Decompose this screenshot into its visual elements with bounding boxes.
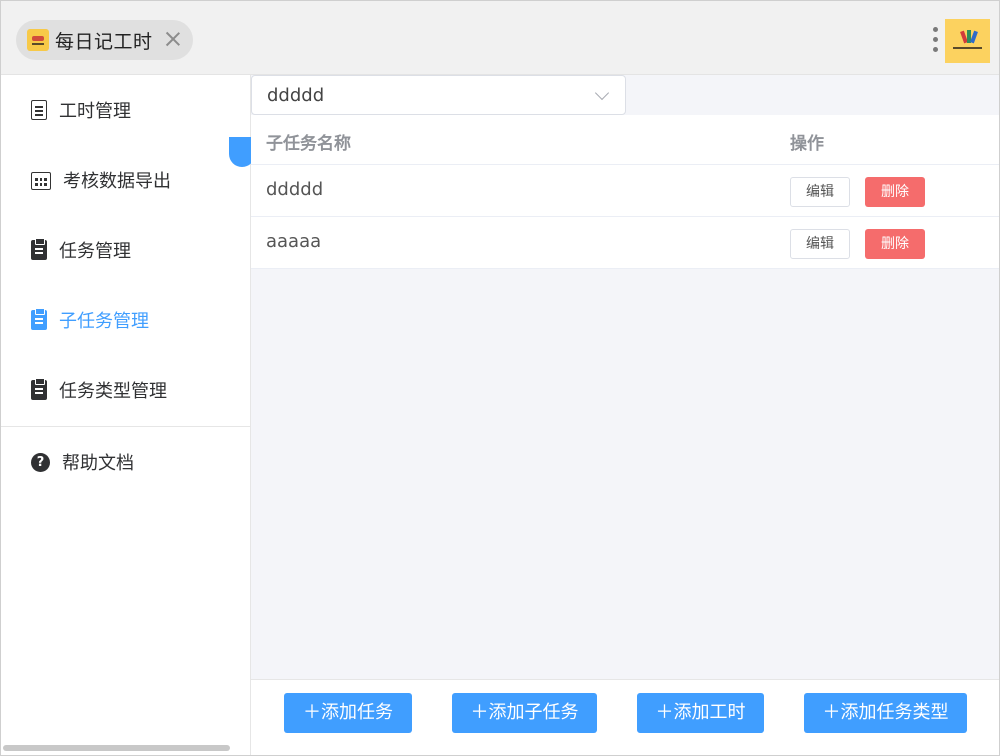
sidebar: 工时管理 考核数据导出 任务管理 子任务管理 任务类型管理 ? 帮助文档	[1, 75, 255, 755]
sidebar-item-label: 帮助文档	[62, 453, 134, 474]
delete-button[interactable]: 删除	[865, 177, 925, 207]
sidebar-item-label: 任务管理	[59, 241, 131, 262]
close-icon[interactable]	[163, 29, 183, 49]
app-window: 每日记工时 工时管理 考核数据导出 任务管理 子任务管理 任务类型管理 ? 帮助…	[0, 0, 1000, 756]
horizontal-scrollbar[interactable]	[3, 745, 230, 751]
title-bar: 每日记工时	[1, 1, 999, 75]
sidebar-item-subtasks[interactable]: 子任务管理	[1, 285, 250, 355]
chevron-down-icon	[594, 85, 610, 101]
column-header-actions: 操作	[790, 134, 824, 154]
task-select[interactable]: ddddd	[251, 75, 626, 115]
table-row: ddddd 编辑 删除	[251, 165, 999, 217]
delete-button[interactable]: 删除	[865, 229, 925, 259]
task-select-value: ddddd	[267, 85, 325, 106]
calendar-icon	[31, 172, 51, 190]
sidebar-item-label: 考核数据导出	[63, 171, 171, 192]
app-tab[interactable]: 每日记工时	[16, 20, 193, 60]
clipboard-icon	[31, 308, 47, 330]
sidebar-item-label: 子任务管理	[59, 311, 149, 332]
sidebar-item-label: 任务类型管理	[59, 381, 167, 402]
column-header-subtask-name: 子任务名称	[266, 134, 351, 154]
subtask-table: 子任务名称 操作 ddddd 编辑 删除 aaaaa 编辑 删除	[251, 115, 999, 269]
main-content: ddddd 子任务名称 操作 ddddd 编辑 删除 aaaaa 编辑 删除 ＋…	[251, 75, 999, 755]
sidebar-item-work-hours[interactable]: 工时管理	[1, 75, 250, 145]
tab-title: 每日记工时	[55, 30, 153, 53]
sidebar-item-task-types[interactable]: 任务类型管理	[1, 355, 250, 425]
document-icon	[31, 100, 47, 120]
sidebar-item-assessment-export[interactable]: 考核数据导出	[1, 145, 250, 215]
edit-button[interactable]: 编辑	[790, 177, 850, 207]
subtask-name: aaaaa	[266, 231, 322, 252]
add-work-hours-button[interactable]: ＋添加工时	[637, 693, 764, 733]
sidebar-item-label: 工时管理	[59, 101, 131, 122]
table-header: 子任务名称 操作	[251, 115, 999, 165]
action-footer: ＋添加任务 ＋添加子任务 ＋添加工时 ＋添加任务类型	[251, 679, 999, 755]
add-task-button[interactable]: ＋添加任务	[284, 693, 412, 733]
add-subtask-button[interactable]: ＋添加子任务	[452, 693, 597, 733]
subtask-name: ddddd	[266, 179, 324, 200]
clipboard-icon	[31, 238, 47, 260]
add-task-type-button[interactable]: ＋添加任务类型	[804, 693, 967, 733]
sidebar-item-tasks[interactable]: 任务管理	[1, 215, 250, 285]
clipboard-icon	[31, 378, 47, 400]
user-avatar[interactable]	[945, 19, 990, 63]
table-row: aaaaa 编辑 删除	[251, 217, 999, 269]
edit-button[interactable]: 编辑	[790, 229, 850, 259]
app-logo-icon	[27, 29, 49, 51]
more-vertical-icon[interactable]	[930, 26, 942, 56]
help-icon: ?	[31, 452, 50, 472]
sidebar-item-help[interactable]: ? 帮助文档	[1, 427, 250, 497]
